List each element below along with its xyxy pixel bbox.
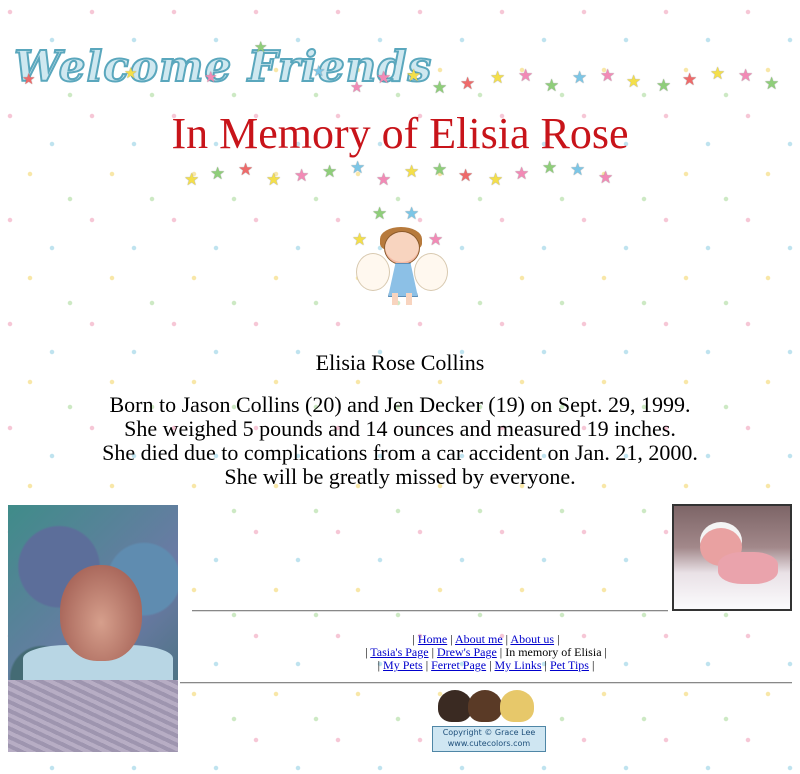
photo-baby-face	[60, 565, 142, 661]
star-icon: ★	[254, 38, 268, 56]
nav-separator: |	[505, 632, 509, 646]
nav-separator: |	[604, 645, 607, 659]
star-icon: ★	[656, 76, 672, 96]
star-icon: ★	[626, 72, 642, 92]
nav-separator: |	[450, 632, 453, 646]
copyright-text: Copyright © Grace Lee	[442, 728, 536, 737]
baby-photo-left	[8, 505, 178, 752]
star-icon: ★	[542, 158, 558, 178]
star-icon: ★	[738, 66, 754, 86]
star-icon: ★	[266, 170, 282, 190]
kid-icon	[500, 690, 534, 722]
star-icon: ★	[488, 170, 504, 190]
nav-separator: |	[365, 645, 368, 659]
nav-separator: |	[425, 658, 429, 672]
angel-leg	[392, 293, 398, 305]
angel-head	[384, 231, 420, 265]
star-icon: ★	[460, 74, 476, 94]
nav-separator: |	[591, 658, 595, 672]
star-icon: ★	[124, 64, 138, 82]
star-icon: ★	[350, 78, 364, 96]
page-title: In Memory of Elisia Rose	[171, 109, 629, 158]
star-icon: ★	[238, 160, 254, 180]
kid-icon	[468, 690, 502, 722]
nav-separator: |	[499, 645, 503, 659]
copyright-site: www.cutecolors.com	[447, 739, 531, 748]
divider-top	[192, 610, 668, 612]
nav-separator: |	[557, 632, 560, 646]
copyright-plate: Copyright © Grace Lee www.cutecolors.com	[432, 726, 546, 752]
nav-link-my-pets[interactable]: My Pets	[383, 658, 423, 672]
nav-link-home[interactable]: Home	[418, 632, 447, 646]
bio-text: Born to Jason Collins (20) and Jen Decke…	[0, 393, 800, 489]
kid-icon	[438, 690, 472, 722]
nav-separator: |	[377, 658, 381, 672]
star-icon: ★	[514, 164, 530, 184]
star-icon: ★	[294, 166, 310, 186]
bio-line: She weighed 5 pounds and 14 ounces and m…	[124, 416, 676, 441]
star-icon: ★	[600, 66, 616, 86]
star-icon: ★	[22, 70, 36, 88]
star-icon: ★	[204, 68, 218, 86]
nav-link-about-me[interactable]: About me	[455, 632, 503, 646]
star-icon: ★	[376, 170, 392, 190]
star-icon: ★	[432, 78, 448, 98]
bio-line: She died due to complications from a car…	[102, 440, 698, 465]
star-icon: ★	[518, 66, 534, 86]
star-icon: ★	[312, 62, 326, 80]
baby-photo-right	[672, 504, 792, 611]
star-icon: ★	[764, 74, 780, 94]
photo-baby-body	[718, 552, 778, 584]
nav-links: | Home | About me | About us | | Tasia's…	[180, 633, 792, 672]
nav-link-about-us[interactable]: About us	[510, 632, 554, 646]
star-icon: ★	[184, 170, 200, 190]
star-icon: ★	[376, 68, 392, 88]
copyright-badge[interactable]: Copyright © Grace Lee www.cutecolors.com	[420, 690, 555, 752]
star-icon: ★	[682, 70, 698, 90]
star-icon: ★	[544, 76, 560, 96]
star-icon: ★	[570, 160, 586, 180]
nav-link-drews-page[interactable]: Drew's Page	[437, 645, 497, 659]
star-icon: ★	[572, 68, 588, 88]
nav-separator: |	[489, 658, 492, 672]
star-icon: ★	[432, 160, 448, 180]
nav-separator: |	[544, 658, 547, 672]
nav-current-page: In memory of Elisia	[505, 645, 602, 659]
bio-line: Born to Jason Collins (20) and Jen Decke…	[109, 392, 691, 417]
star-icon: ★	[406, 66, 422, 86]
baby-name: Elisia Rose Collins	[315, 350, 485, 375]
photo-blanket	[8, 680, 178, 752]
star-icon: ★	[210, 164, 226, 184]
star-icon: ★	[404, 162, 420, 182]
divider-bottom	[180, 682, 792, 684]
angel-icon	[352, 205, 452, 310]
angel-leg	[406, 293, 412, 305]
star-icon: ★	[350, 158, 366, 178]
nav-link-my-links[interactable]: My Links	[495, 658, 542, 672]
star-icon: ★	[710, 64, 726, 84]
star-icon: ★	[458, 166, 474, 186]
nav-link-tasias-page[interactable]: Tasia's Page	[370, 645, 428, 659]
star-icon: ★	[598, 168, 614, 188]
nav-link-pet-tips[interactable]: Pet Tips	[550, 658, 589, 672]
nav-separator: |	[412, 632, 415, 646]
nav-row-3: | My Pets | Ferret Page | My Links | Pet…	[180, 659, 792, 672]
star-icon: ★	[322, 162, 338, 182]
angel-wing-right	[414, 253, 448, 291]
angel-wing-left	[356, 253, 390, 291]
nav-separator: |	[431, 645, 434, 659]
star-icon: ★	[490, 68, 506, 88]
nav-link-ferret-page[interactable]: Ferret Page	[431, 658, 486, 672]
bio-line: She will be greatly missed by everyone.	[224, 464, 576, 489]
